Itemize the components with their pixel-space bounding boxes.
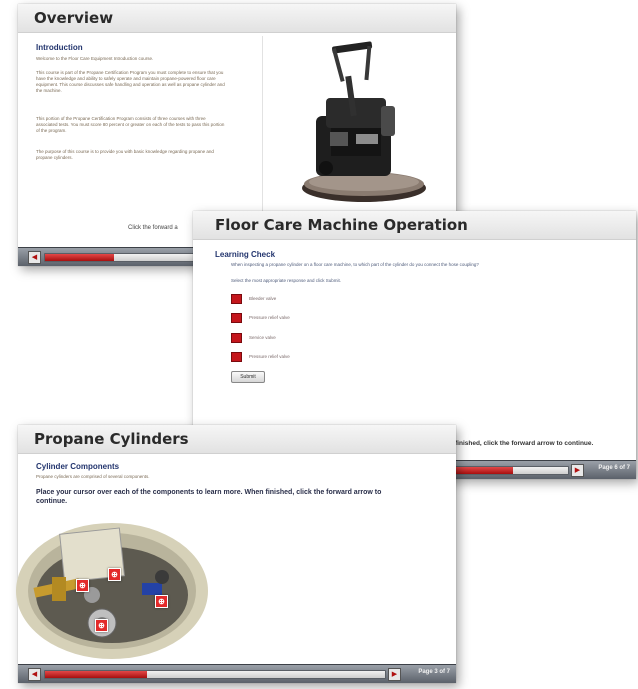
floorcare-section-heading: Learning Check <box>215 250 276 259</box>
overview-para-2: This course is part of the Propane Certi… <box>36 70 225 93</box>
propane-cylinder-image <box>16 523 208 659</box>
floor-machine-image <box>302 41 426 202</box>
floorcare-next-button[interactable]: ▶ <box>571 464 584 477</box>
answer-label-1: Bleeder valve <box>249 296 277 301</box>
hotspot-relief-valve[interactable]: ⊕ <box>108 568 121 581</box>
overview-section-heading: Introduction <box>36 43 83 52</box>
propane-progress-fill <box>45 671 147 678</box>
propane-section-heading: Cylinder Components <box>36 462 120 471</box>
propane-nav-bar: ◀ ▶ Page 3 of 7 <box>18 664 456 683</box>
overview-para-1: Welcome to the Floor Care Equipment Intr… <box>36 56 154 61</box>
answer-option-4[interactable]: Pressure relief valve <box>231 351 431 363</box>
floorcare-title-bar: Floor Care Machine Operation <box>193 211 636 240</box>
overview-column-divider <box>262 36 263 214</box>
floorcare-question: When inspecting a propane cylinder on a … <box>231 262 479 267</box>
overview-title-bar: Overview <box>18 4 456 33</box>
hotspot-fill-valve[interactable]: ⊕ <box>155 595 168 608</box>
answer-option-3[interactable]: Service valve <box>231 332 431 344</box>
overview-progress-track[interactable] <box>44 253 211 262</box>
propane-subtext: Propane cylinders are comprised of sever… <box>36 474 150 479</box>
answer-checkbox-2[interactable] <box>231 313 242 323</box>
answer-label-2: Pressure relief valve <box>249 315 290 320</box>
overview-back-button[interactable]: ◀ <box>28 251 41 264</box>
propane-progress-track[interactable] <box>44 670 386 679</box>
submit-button-label: Submit <box>240 374 256 380</box>
overview-footer-text: Click the forward a <box>128 225 178 231</box>
propane-page-label: Page 3 of 7 <box>418 669 450 675</box>
overview-title: Overview <box>34 9 114 27</box>
floorcare-progress-fill <box>446 467 514 474</box>
overview-para-3: This portion of the Propane Certificatio… <box>36 116 225 133</box>
propane-back-button[interactable]: ◀ <box>28 668 41 681</box>
floorcare-progress-track[interactable] <box>445 466 569 475</box>
answer-checkbox-1[interactable] <box>231 294 242 304</box>
overview-para-4: The purpose of this course is to provide… <box>36 149 214 160</box>
propane-next-button[interactable]: ▶ <box>388 668 401 681</box>
overview-progress-fill <box>45 254 115 261</box>
answer-checkbox-4[interactable] <box>231 352 242 362</box>
answer-option-2[interactable]: Pressure relief valve <box>231 312 431 324</box>
propane-title-bar: Propane Cylinders <box>18 425 456 454</box>
floorcare-instruction: Select the most appropriate response and… <box>231 278 342 283</box>
floorcare-footer-text: finished, click the forward arrow to con… <box>455 440 594 447</box>
answer-label-4: Pressure relief valve <box>249 354 290 359</box>
propane-title: Propane Cylinders <box>34 430 189 448</box>
answer-option-1[interactable]: Bleeder valve <box>231 293 431 305</box>
answer-checkbox-3[interactable] <box>231 333 242 343</box>
submit-button[interactable]: Submit <box>231 371 265 383</box>
floorcare-page-label: Page 6 of 7 <box>598 465 630 471</box>
floorcare-title: Floor Care Machine Operation <box>215 216 468 234</box>
hotspot-service-valve[interactable]: ⊕ <box>76 579 89 592</box>
propane-instruction: Place your cursor over each of the compo… <box>36 489 382 505</box>
hotspot-gauge[interactable]: ⊕ <box>95 619 108 632</box>
answer-label-3: Service valve <box>249 335 276 340</box>
propane-window: Propane Cylinders Cylinder Components Pr… <box>16 425 456 683</box>
